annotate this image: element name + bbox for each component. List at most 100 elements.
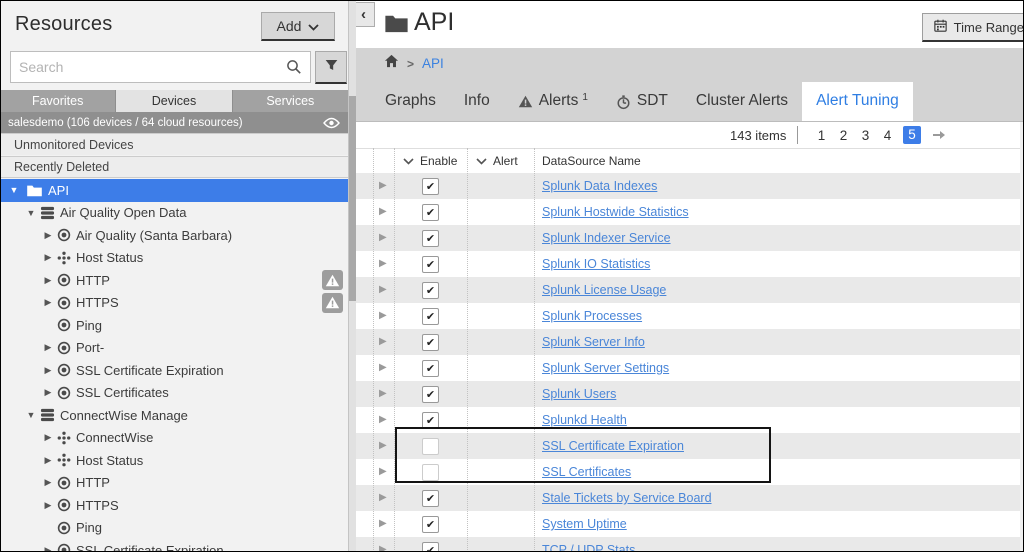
column-header-datasource-name[interactable]: DataSource Name bbox=[542, 154, 641, 168]
row-expand-icon[interactable]: ▶ bbox=[379, 492, 387, 503]
tab-graphs[interactable]: Graphs bbox=[371, 82, 450, 121]
datasource-link[interactable]: Splunk Indexer Service bbox=[542, 231, 671, 245]
row-expand-icon[interactable]: ▶ bbox=[379, 518, 387, 529]
enable-checkbox[interactable]: ✔ bbox=[422, 412, 439, 429]
caret-down-icon[interactable]: ▼ bbox=[25, 410, 37, 420]
warning-icon[interactable] bbox=[322, 270, 343, 290]
tree-item-connectwise[interactable]: ▶ConnectWise bbox=[0, 427, 348, 450]
sidebar-item-unmonitored-devices[interactable]: Unmonitored Devices bbox=[0, 133, 348, 155]
row-expand-icon[interactable]: ▶ bbox=[379, 284, 387, 295]
row-expand-icon[interactable]: ▶ bbox=[379, 414, 387, 425]
next-page-icon[interactable] bbox=[932, 130, 946, 140]
enable-checkbox[interactable] bbox=[422, 438, 439, 455]
caret-right-icon[interactable]: ▶ bbox=[42, 230, 54, 241]
datasource-link[interactable]: SSL Certificate Expiration bbox=[542, 439, 684, 453]
warning-icon[interactable] bbox=[322, 293, 343, 313]
tree-item-ssl-certificate-expiration[interactable]: ▶SSL Certificate Expiration bbox=[0, 539, 348, 552]
tree-item-host-status[interactable]: ▶Host Status bbox=[0, 449, 348, 472]
add-button[interactable]: Add bbox=[261, 12, 335, 41]
datasource-link[interactable]: Splunk Data Indexes bbox=[542, 179, 657, 193]
column-header-enable[interactable]: Enable bbox=[403, 154, 457, 168]
tree-item-connectwise-manage[interactable]: ▼ConnectWise Manage bbox=[0, 404, 348, 427]
eye-icon[interactable] bbox=[323, 117, 340, 129]
enable-checkbox[interactable]: ✔ bbox=[422, 256, 439, 273]
tree-item-api[interactable]: ▼API bbox=[0, 179, 348, 202]
search-input[interactable] bbox=[11, 59, 286, 75]
time-range-button[interactable]: Time Range bbox=[922, 13, 1024, 42]
datasource-link[interactable]: Splunkd Health bbox=[542, 413, 627, 427]
row-expand-icon[interactable]: ▶ bbox=[379, 362, 387, 373]
column-header-alert[interactable]: Alert bbox=[476, 154, 518, 168]
tree-item-ping[interactable]: Ping bbox=[0, 314, 348, 337]
caret-right-icon[interactable]: ▶ bbox=[42, 477, 54, 488]
caret-right-icon[interactable]: ▶ bbox=[42, 387, 54, 398]
filter-button[interactable] bbox=[315, 51, 347, 84]
tree-item-air-quality-santa-barbara-[interactable]: ▶Air Quality (Santa Barbara) bbox=[0, 224, 348, 247]
enable-checkbox[interactable]: ✔ bbox=[422, 204, 439, 221]
datasource-link[interactable]: Splunk Hostwide Statistics bbox=[542, 205, 689, 219]
enable-checkbox[interactable]: ✔ bbox=[422, 360, 439, 377]
tree-item-http[interactable]: ▶HTTP bbox=[0, 472, 348, 495]
sidebar-item-recently-deleted[interactable]: Recently Deleted bbox=[0, 156, 348, 178]
tree-item-ssl-certificate-expiration[interactable]: ▶SSL Certificate Expiration bbox=[0, 359, 348, 382]
caret-down-icon[interactable]: ▼ bbox=[8, 185, 20, 195]
caret-right-icon[interactable]: ▶ bbox=[42, 252, 54, 263]
row-expand-icon[interactable]: ▶ bbox=[379, 440, 387, 451]
enable-checkbox[interactable]: ✔ bbox=[422, 282, 439, 299]
group-bar[interactable]: salesdemo (106 devices / 64 cloud resour… bbox=[0, 112, 348, 133]
datasource-link[interactable]: Splunk Users bbox=[542, 387, 616, 401]
enable-checkbox[interactable]: ✔ bbox=[422, 386, 439, 403]
datasource-link[interactable]: System Uptime bbox=[542, 517, 627, 531]
page-button-5[interactable]: 5 bbox=[903, 126, 921, 144]
enable-checkbox[interactable]: ✔ bbox=[422, 542, 439, 552]
tree-item-ping[interactable]: Ping bbox=[0, 517, 348, 540]
caret-right-icon[interactable]: ▶ bbox=[42, 500, 54, 511]
datasource-link[interactable]: SSL Certificates bbox=[542, 465, 631, 479]
tab-alerts[interactable]: Alerts1 bbox=[504, 82, 602, 121]
caret-right-icon[interactable]: ▶ bbox=[42, 545, 54, 552]
row-expand-icon[interactable]: ▶ bbox=[379, 310, 387, 321]
row-expand-icon[interactable]: ▶ bbox=[379, 180, 387, 191]
main-scrollbar-track[interactable] bbox=[1020, 122, 1024, 552]
datasource-link[interactable]: TCP / UDP Stats bbox=[542, 543, 635, 552]
enable-checkbox[interactable]: ✔ bbox=[422, 516, 439, 533]
sidebar-tab-services[interactable]: Services bbox=[233, 90, 348, 112]
row-expand-icon[interactable]: ▶ bbox=[379, 466, 387, 477]
row-expand-icon[interactable]: ▶ bbox=[379, 544, 387, 552]
enable-checkbox[interactable]: ✔ bbox=[422, 490, 439, 507]
caret-right-icon[interactable]: ▶ bbox=[42, 275, 54, 286]
enable-checkbox[interactable] bbox=[422, 464, 439, 481]
home-icon[interactable] bbox=[384, 54, 399, 73]
tree-item-ssl-certificates[interactable]: ▶SSL Certificates bbox=[0, 382, 348, 405]
caret-down-icon[interactable]: ▼ bbox=[25, 208, 37, 218]
caret-right-icon[interactable]: ▶ bbox=[42, 365, 54, 376]
datasource-link[interactable]: Splunk Server Info bbox=[542, 335, 645, 349]
tab-info[interactable]: Info bbox=[450, 82, 504, 121]
caret-right-icon[interactable]: ▶ bbox=[42, 342, 54, 353]
sidebar-tab-devices[interactable]: Devices bbox=[116, 90, 232, 112]
tree-item-http[interactable]: ▶HTTP bbox=[0, 269, 348, 292]
enable-checkbox[interactable]: ✔ bbox=[422, 334, 439, 351]
breadcrumb-current[interactable]: API bbox=[422, 56, 444, 71]
page-button-2[interactable]: 2 bbox=[837, 128, 850, 143]
datasource-link[interactable]: Splunk Server Settings bbox=[542, 361, 669, 375]
page-button-1[interactable]: 1 bbox=[815, 128, 828, 143]
tab-sdt[interactable]: SDT bbox=[602, 82, 682, 121]
datasource-link[interactable]: Splunk License Usage bbox=[542, 283, 666, 297]
row-expand-icon[interactable]: ▶ bbox=[379, 258, 387, 269]
page-button-3[interactable]: 3 bbox=[859, 128, 872, 143]
page-button-4[interactable]: 4 bbox=[881, 128, 894, 143]
tree-item-port-[interactable]: ▶Port- bbox=[0, 337, 348, 360]
tree-item-air-quality-open-data[interactable]: ▼Air Quality Open Data bbox=[0, 202, 348, 225]
datasource-link[interactable]: Splunk IO Statistics bbox=[542, 257, 650, 271]
tab-cluster-alerts[interactable]: Cluster Alerts bbox=[682, 82, 802, 121]
row-expand-icon[interactable]: ▶ bbox=[379, 206, 387, 217]
caret-right-icon[interactable]: ▶ bbox=[42, 455, 54, 466]
enable-checkbox[interactable]: ✔ bbox=[422, 178, 439, 195]
caret-right-icon[interactable]: ▶ bbox=[42, 432, 54, 443]
collapse-sidebar-button[interactable]: ‹ bbox=[356, 2, 375, 27]
enable-checkbox[interactable]: ✔ bbox=[422, 308, 439, 325]
sidebar-tab-favorites[interactable]: Favorites bbox=[0, 90, 116, 112]
tree-item-https[interactable]: ▶HTTPS bbox=[0, 292, 348, 315]
tree-item-host-status[interactable]: ▶Host Status bbox=[0, 247, 348, 270]
